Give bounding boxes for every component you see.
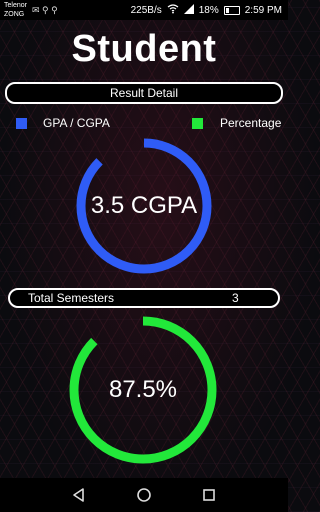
- recent-square-icon[interactable]: [200, 486, 218, 504]
- gpa-legend-label: GPA / CGPA: [43, 116, 110, 130]
- percentage-value: 87.5%: [108, 376, 178, 403]
- legend-gpa: GPA / CGPA: [16, 116, 110, 130]
- page-title: Student: [71, 28, 217, 70]
- gpa-ring: 3.5 CGPA: [74, 136, 214, 276]
- back-triangle-icon[interactable]: [70, 486, 88, 504]
- total-semesters-value: 3: [232, 291, 239, 305]
- clock: 2:59 PM: [244, 5, 282, 16]
- percentage-legend-label: Percentage: [220, 116, 282, 130]
- carrier-line-1: Telenor: [4, 2, 27, 9]
- legend-percentage: Percentage: [192, 116, 281, 130]
- status-right: 225B/s 18% 2:59 PM: [131, 4, 282, 17]
- total-semesters-row: Total Semesters 3: [8, 288, 280, 308]
- percentage-ring: 87.5%: [68, 315, 218, 465]
- home-circle-icon[interactable]: [135, 486, 153, 504]
- carrier-line-2: ZONG: [4, 11, 25, 18]
- wifi-icon: [167, 4, 179, 17]
- gpa-legend-swatch: [16, 117, 27, 129]
- network-speed: 225B/s: [130, 5, 162, 16]
- battery-percent: 18%: [198, 5, 219, 16]
- result-detail-button[interactable]: Result Detail: [5, 82, 283, 104]
- percentage-legend-swatch: [192, 117, 203, 129]
- battery-icon: [223, 6, 240, 15]
- signal-icon: [183, 4, 194, 17]
- notification-icons: ✉ ⚲ ⚲: [32, 5, 58, 15]
- gpa-value: 3.5 CGPA: [90, 192, 198, 219]
- status-bar: Telenor ZONG ✉ ⚲ ⚲ 225B/s 18% 2:59 PM: [0, 0, 288, 20]
- carrier-info: Telenor ZONG: [4, 1, 27, 19]
- total-semesters-label: Total Semesters: [28, 291, 115, 305]
- navigation-bar: [0, 478, 288, 512]
